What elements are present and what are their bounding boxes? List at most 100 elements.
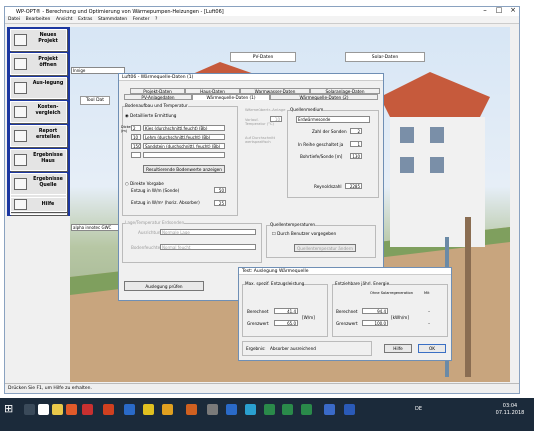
explorer-icon[interactable]: [52, 404, 63, 415]
right-calculated-value: 94.4: [362, 308, 388, 314]
layer-1-thickness[interactable]: 2: [131, 125, 141, 131]
left-unit: [W/m]: [302, 315, 315, 320]
test-dialog-title: Test: Auslegung Wärmequelle: [239, 268, 451, 275]
app-icon-3[interactable]: [124, 404, 135, 415]
status-bar: Drücken Sie F1, um Hilfe zu erhalten.: [5, 383, 519, 393]
user-specified-checkbox[interactable]: ☐ Durch Benutzer vorgegeben: [272, 231, 336, 236]
show-soil-values-button[interactable]: Resultierende Bodenwerte anzeigen: [143, 165, 225, 173]
flow-temp-input[interactable]: 10: [270, 116, 282, 122]
change-source-temp-button[interactable]: Quellentemperatur ändern: [294, 244, 356, 252]
task-view-icon[interactable]: [24, 404, 35, 415]
excel-icon-2[interactable]: [282, 404, 293, 415]
drill-depth-input[interactable]: 130: [350, 153, 362, 159]
heat-transfer-group-label: Wärmeübertr.-Anlage: [245, 107, 286, 112]
layer-4-thickness[interactable]: [131, 152, 141, 158]
solar-data-box[interactable]: Solar-Daten: [345, 52, 425, 62]
folder-icon: [14, 58, 27, 70]
result-label: Ergebnis:: [246, 346, 266, 351]
minimize-icon[interactable]: –: [478, 7, 492, 15]
tab-source-data-2[interactable]: Wärmequelle-Daten (2): [270, 94, 378, 100]
app-icon-8[interactable]: [226, 404, 237, 415]
layer-2-material[interactable]: Lehm (durchschnittl.feucht) (Bb): [143, 134, 225, 140]
wp-opt-icon[interactable]: [324, 404, 335, 415]
tool-data-box[interactable]: Tool Dat: [80, 96, 110, 105]
excel-icon[interactable]: [264, 404, 275, 415]
menu-bearbeiten[interactable]: Bearbeiten: [26, 17, 51, 22]
app-icon-6[interactable]: [186, 404, 197, 415]
tab-source-data-1[interactable]: Wärmequelle-Daten (1): [192, 94, 270, 100]
windows-start-icon[interactable]: ⊞: [4, 403, 16, 415]
result-value: Absorber ausreichend: [270, 346, 316, 351]
design-button[interactable]: Aus-legung: [10, 77, 67, 99]
clock-date[interactable]: 07.11.2018: [495, 410, 525, 416]
layer-4-material[interactable]: [143, 152, 225, 158]
report-icon: [14, 130, 27, 142]
right-limit-value: 100.0: [362, 320, 388, 326]
test-help-button[interactable]: Hilfe: [384, 344, 412, 353]
help-icon: [14, 199, 27, 210]
open-project-button[interactable]: Projekt öffnen: [10, 53, 67, 75]
reynolds-value: 2285: [345, 183, 362, 189]
extraction-absorber-label: Entzug in W/m² (horiz. Absorber): [131, 200, 200, 205]
pv-data-box[interactable]: PV-Daten: [230, 52, 296, 62]
report-button[interactable]: Report erstellen: [10, 125, 67, 147]
close-icon[interactable]: ×: [506, 7, 520, 15]
source-icon: [14, 178, 27, 190]
left-calculated-value: 41.4: [274, 308, 298, 314]
with-solar-label: Mit: [424, 291, 430, 295]
soil-moisture-select[interactable]: Normal feucht: [160, 244, 256, 250]
source-temp-group-label: Quellentemperaturen: [270, 222, 316, 227]
menu-fenster[interactable]: Fenster: [133, 17, 150, 22]
layer-1-material[interactable]: Kies (durchschnittl.feucht) (Bb): [143, 125, 225, 131]
menu-ansicht[interactable]: Ansicht: [56, 17, 73, 22]
probe-count-input[interactable]: 2: [350, 128, 362, 134]
app-icon-2[interactable]: [103, 404, 114, 415]
firefox-icon[interactable]: [66, 404, 77, 415]
results-house-button[interactable]: Ergebnisse Haus: [10, 149, 67, 171]
test-ok-button[interactable]: OK: [418, 344, 446, 353]
language-indicator[interactable]: DE: [415, 406, 422, 412]
maximize-icon[interactable]: □: [492, 7, 506, 15]
left-calculated-label: Berechnet: [247, 309, 269, 314]
probe-count-label: Zahl der Sonden: [312, 129, 347, 134]
orientation-select[interactable]: Normale Lage: [160, 229, 256, 235]
radio-direct[interactable]: ○ Direkte Vorgabe: [125, 181, 164, 186]
clock-time[interactable]: 03:04: [495, 403, 525, 409]
app-icon-1[interactable]: [82, 404, 93, 415]
layer-3-thickness[interactable]: 150: [131, 143, 141, 149]
results-source-button[interactable]: Ergebnisse Quelle: [10, 173, 67, 195]
right-calculated-label: Berechnet: [336, 309, 358, 314]
app-icon-7[interactable]: [207, 404, 218, 415]
skype-icon[interactable]: [245, 404, 256, 415]
sidebar: Neues Projekt Projekt öffnen Aus-legung …: [7, 27, 70, 216]
medium-select[interactable]: Erdwärmesonde: [296, 116, 370, 123]
menu-datei[interactable]: Datei: [8, 17, 20, 22]
annual-energy-label: Entziehbare jährl. Energie: [335, 281, 390, 286]
right-calculated-with: –: [428, 309, 431, 314]
right-limit-with: –: [428, 321, 431, 326]
cost-comparison-button[interactable]: Kosten-vergleich: [10, 101, 67, 123]
scene-dropdown[interactable]: Innige: [71, 67, 125, 74]
series-input[interactable]: 1: [350, 141, 362, 147]
menu-stammdaten[interactable]: Stammdaten: [98, 17, 127, 22]
check-design-button[interactable]: Auslegung prüfen: [124, 281, 204, 291]
extraction-probe-input[interactable]: 50: [214, 187, 226, 193]
left-limit-label: Grenzwert: [247, 321, 269, 326]
app-icon-4[interactable]: [143, 404, 154, 415]
reynolds-label: Reynoldszahl: [314, 184, 342, 189]
menu-help[interactable]: ?: [155, 17, 157, 22]
word-icon[interactable]: [344, 404, 355, 415]
tab-pv-data[interactable]: PV-Anlagedaten: [124, 94, 192, 100]
layer-3-material[interactable]: Sandstein (durchschnittl. feucht) (Bb): [143, 143, 225, 149]
thickness-col-label: Dicke (m): [121, 125, 131, 133]
excel-icon-3[interactable]: [301, 404, 312, 415]
extraction-absorber-input[interactable]: 25: [214, 200, 226, 206]
layer-2-thickness[interactable]: 10: [131, 134, 141, 140]
chrome-icon[interactable]: [38, 404, 49, 415]
help-button[interactable]: Hilfe: [10, 197, 67, 212]
menu-extras[interactable]: Extras: [78, 17, 92, 22]
soil-group-label: Bodenaufbau und Temperatur: [125, 103, 188, 108]
app-icon-5[interactable]: [162, 404, 173, 415]
new-project-button[interactable]: Neues Projekt: [10, 29, 67, 51]
radio-detailed[interactable]: ◉ Detaillierte Ermittlung: [125, 113, 176, 118]
